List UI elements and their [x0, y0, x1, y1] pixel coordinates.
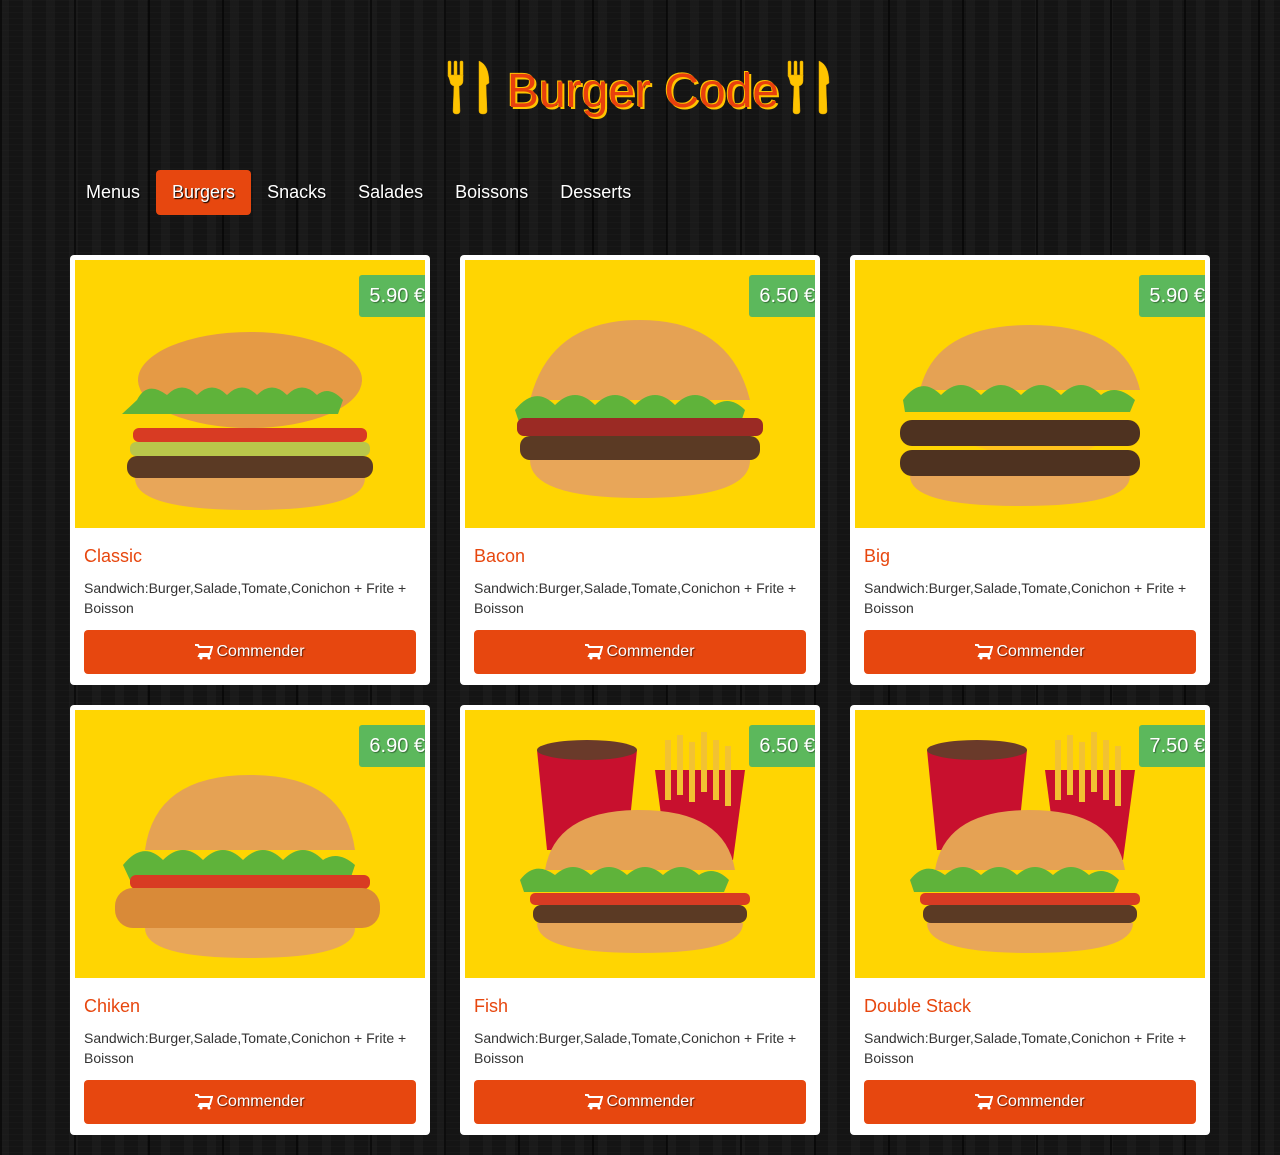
tab-boissons[interactable]: Boissons	[439, 170, 544, 215]
tab-salades[interactable]: Salades	[342, 170, 439, 215]
fork-knife-icon	[447, 60, 490, 115]
product-description: Sandwich:Burger,Salade,Tomate,Conichon +…	[84, 1030, 407, 1066]
tab-menus[interactable]: Menus	[70, 170, 156, 215]
product-image: 5.90 €	[75, 260, 425, 528]
product-card: 5.90 € Classic Sandwich:Burger,Salade,To…	[70, 255, 430, 685]
product-card: 6.90 € Chiken Sandwich:Burger,Salade,Tom…	[70, 705, 430, 1135]
price-badge: 6.50 €	[749, 269, 815, 317]
product-title: Bacon	[474, 546, 526, 566]
tab-snacks[interactable]: Snacks	[251, 170, 342, 215]
product-card: 6.50 € Fish Sandwich:Burger,Salade,Tomat…	[460, 705, 820, 1135]
order-button[interactable]: Commender	[474, 630, 806, 674]
product-image: 6.50 €	[465, 260, 815, 528]
product-description: Sandwich:Burger,Salade,Tomate,Conichon +…	[474, 1030, 797, 1066]
order-button[interactable]: Commender	[84, 630, 416, 674]
order-button-label: Commender	[606, 1093, 695, 1110]
site-header: Burger Code	[0, 52, 1280, 122]
product-image: 5.90 €	[855, 260, 1205, 528]
product-grid: 5.90 € Classic Sandwich:Burger,Salade,To…	[70, 255, 1210, 1135]
product-title: Classic	[84, 546, 143, 566]
cart-icon	[195, 644, 214, 660]
product-card: 7.50 € Double Stack Sandwich:Burger,Sala…	[850, 705, 1210, 1135]
price-badge: 6.50 €	[749, 719, 815, 767]
cart-icon	[585, 1094, 604, 1110]
cart-icon	[975, 644, 994, 660]
order-button[interactable]: Commender	[864, 1080, 1196, 1124]
product-title: Big	[864, 546, 891, 566]
tab-burgers[interactable]: Burgers	[156, 170, 252, 215]
price-badge: 5.90 €	[1139, 269, 1205, 317]
site-title: Burger Code	[506, 64, 780, 118]
product-description: Sandwich:Burger,Salade,Tomate,Conichon +…	[474, 580, 797, 616]
product-description: Sandwich:Burger,Salade,Tomate,Conichon +…	[864, 580, 1187, 616]
product-title: Double Stack	[864, 996, 972, 1016]
product-card: 6.50 € Bacon Sandwich:Burger,Salade,Toma…	[460, 255, 820, 685]
tab-desserts[interactable]: Desserts	[544, 170, 647, 215]
order-button[interactable]: Commender	[474, 1080, 806, 1124]
category-tabs: Menus Burgers Snacks Salades Boissons De…	[70, 170, 647, 215]
order-button-label: Commender	[216, 643, 305, 660]
order-button-label: Commender	[996, 1093, 1085, 1110]
order-button-label: Commender	[216, 1093, 305, 1110]
product-description: Sandwich:Burger,Salade,Tomate,Conichon +…	[864, 1030, 1187, 1066]
product-title: Fish	[474, 996, 509, 1016]
price-badge: 7.50 €	[1139, 719, 1205, 767]
order-button-label: Commender	[996, 643, 1085, 660]
order-button[interactable]: Commender	[84, 1080, 416, 1124]
product-image: 6.50 €	[465, 710, 815, 978]
product-description: Sandwich:Burger,Salade,Tomate,Conichon +…	[84, 580, 407, 616]
cart-icon	[585, 644, 604, 660]
price-badge: 6.90 €	[359, 719, 425, 767]
product-title: Chiken	[84, 996, 141, 1016]
product-image: 7.50 €	[855, 710, 1205, 978]
fork-knife-icon	[787, 60, 830, 115]
cart-icon	[975, 1094, 994, 1110]
price-badge: 5.90 €	[359, 269, 425, 317]
product-image: 6.90 €	[75, 710, 425, 978]
product-card: 5.90 € Big Sandwich:Burger,Salade,Tomate…	[850, 255, 1210, 685]
cart-icon	[195, 1094, 214, 1110]
order-button-label: Commender	[606, 643, 695, 660]
order-button[interactable]: Commender	[864, 630, 1196, 674]
